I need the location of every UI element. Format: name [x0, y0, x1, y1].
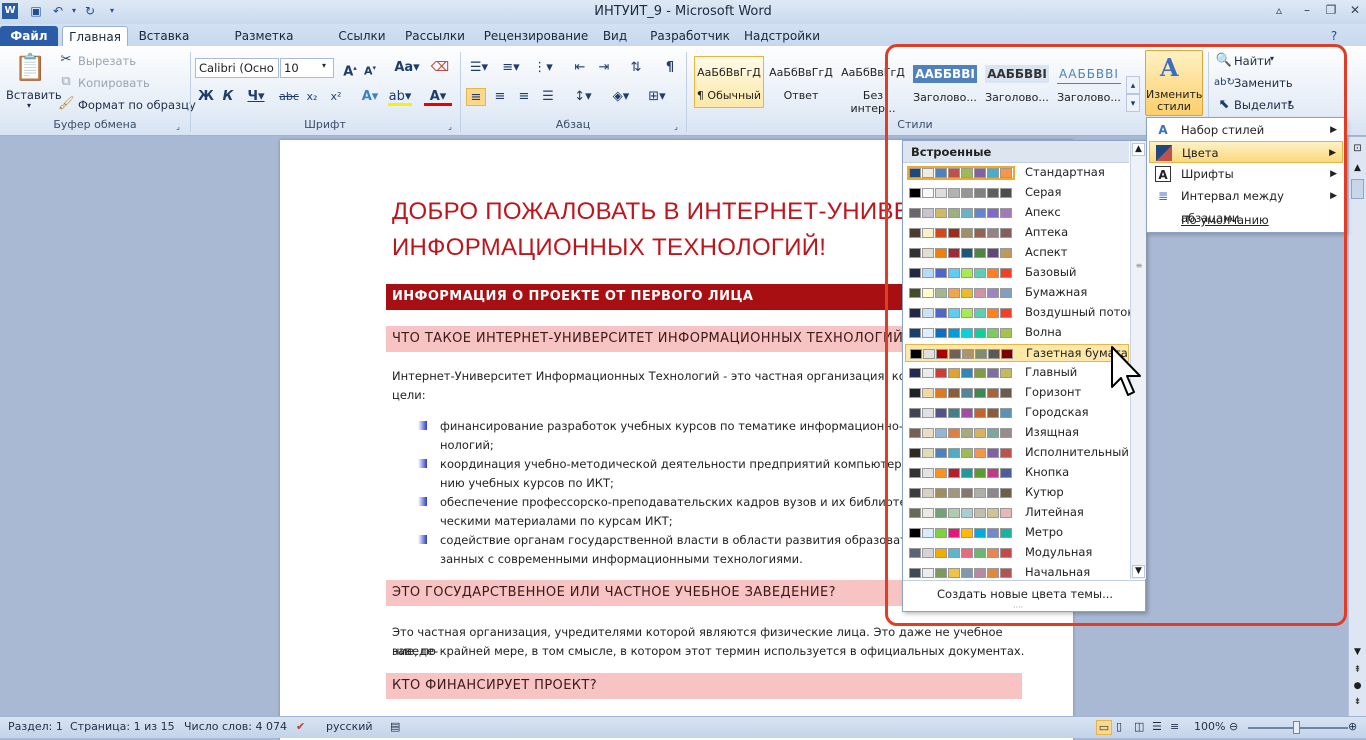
format-painter-button[interactable]: Формат по образцу — [78, 98, 196, 112]
tab-references[interactable]: Ссылки — [334, 26, 390, 46]
paragraph-line: ние, по крайней мере, в том смысле, в ко… — [392, 644, 1025, 658]
heading-band: КТО ФИНАНСИРУЕТ ПРОЕКТ? — [386, 673, 1022, 699]
format-painter-icon: 🖌 — [58, 96, 75, 111]
font-name-input[interactable]: Calibri (Осно — [195, 58, 279, 78]
shading-icon[interactable]: ◈▾ — [608, 88, 634, 106]
status-words[interactable]: Число слов: 4 074 — [184, 720, 287, 733]
tab-insert[interactable]: Вставка — [134, 26, 194, 46]
bold-icon[interactable]: Ж — [196, 88, 216, 106]
tab-developer[interactable]: Разработчик — [646, 26, 734, 46]
clipboard-launcher-icon[interactable]: ⌟ — [172, 118, 184, 136]
status-language[interactable]: русский — [326, 720, 373, 733]
copy-button[interactable]: Копировать — [78, 76, 150, 90]
scissors-icon: ✂ — [60, 52, 72, 67]
mouse-pointer-icon — [1111, 346, 1141, 396]
scroll-thumb[interactable] — [1351, 179, 1364, 199]
tab-view[interactable]: Вид — [598, 26, 632, 46]
font-group-label: Шрифт — [304, 118, 346, 131]
style-answer[interactable]: АаБбВвГгД Ответ — [766, 56, 836, 108]
superscript-icon[interactable]: x² — [326, 88, 346, 106]
increase-indent-icon[interactable]: ⇥ — [594, 59, 614, 77]
bullet-icon — [418, 535, 427, 544]
cut-button[interactable]: Вырезать — [78, 54, 136, 68]
window-title: ИНТУИТ_9 - Microsoft Word — [594, 4, 772, 19]
clipboard-group-label: Буфер обмена — [53, 118, 137, 131]
align-center-icon[interactable]: ≡ — [490, 88, 510, 106]
tab-file[interactable]: Файл — [0, 26, 58, 46]
paragraph-group-label: Абзац — [555, 118, 591, 131]
tab-mailings[interactable]: Рассылки — [400, 26, 470, 46]
doc-title-line1: ДОБРО ПОЖАЛОВАТЬ В ИНТЕРНЕТ-УНИВЕР — [392, 198, 927, 225]
minimize-icon[interactable]: – — [1296, 3, 1318, 19]
font-color-icon[interactable]: A▾ — [424, 88, 452, 106]
align-left-icon[interactable]: ≡ — [466, 88, 486, 106]
spellcheck-icon[interactable]: ✔ — [296, 720, 305, 733]
font-size-dropdown-icon[interactable]: ▾ — [322, 61, 326, 70]
draft-view-icon[interactable]: ≡ — [1170, 720, 1179, 733]
tab-home[interactable]: Главная — [62, 26, 128, 46]
ruler-toggle-icon[interactable]: ⊡ — [1351, 143, 1364, 157]
paste-button[interactable]: Вставить — [6, 88, 62, 102]
zoom-in-icon[interactable]: ⊕ — [1348, 720, 1357, 733]
sort-icon[interactable]: ⇅ — [626, 59, 646, 77]
line-spacing-icon[interactable]: ↕▾ — [570, 88, 596, 106]
print-layout-icon[interactable]: ▭ — [1096, 720, 1112, 735]
paragraph-launcher-icon[interactable]: ⌟ — [670, 118, 682, 136]
align-right-icon[interactable]: ≡ — [514, 88, 534, 106]
next-page-icon[interactable]: ⇟ — [1351, 697, 1364, 711]
scroll-up-icon[interactable]: ▲ — [1351, 163, 1364, 177]
paste-dropdown-icon[interactable]: ▾ — [27, 101, 31, 110]
clear-formatting-icon[interactable]: ⌫ — [430, 59, 450, 77]
show-marks-icon[interactable]: ¶ — [660, 59, 680, 77]
bullet-icon — [418, 421, 427, 430]
justify-icon[interactable]: ☰ — [538, 88, 558, 106]
change-case-icon[interactable]: Aa▾ — [394, 59, 420, 77]
macro-record-icon[interactable]: ▤ — [390, 720, 400, 733]
underline-icon[interactable]: Ч▾ — [244, 88, 268, 106]
bullet-icon — [418, 497, 427, 506]
tab-addins[interactable]: Надстройки — [744, 26, 820, 46]
grow-font-icon[interactable]: A▴ — [340, 59, 360, 79]
restore-icon[interactable]: ❐ — [1320, 3, 1342, 19]
borders-icon[interactable]: ⊞▾ — [644, 88, 670, 106]
close-icon[interactable]: ✕ — [1344, 3, 1366, 19]
browse-object-icon[interactable]: ● — [1351, 681, 1364, 695]
prev-page-icon[interactable]: ⇞ — [1351, 665, 1364, 679]
tab-page-layout[interactable]: Разметка страницы — [204, 26, 324, 63]
copy-icon: ⧉ — [61, 74, 71, 89]
status-bar: Раздел: 1 Страница: 1 из 15 Число слов: … — [0, 716, 1366, 738]
highlight-icon[interactable]: ab▾ — [388, 88, 412, 106]
text-effects-icon[interactable]: A▾ — [358, 88, 382, 106]
minimize-ribbon-icon[interactable]: ▵ — [1268, 3, 1290, 19]
zoom-out-icon[interactable]: ⊖ — [1229, 720, 1238, 733]
bullets-icon[interactable]: ☰▾ — [466, 59, 492, 77]
annotation-highlight-frame — [885, 44, 1347, 626]
tab-review[interactable]: Рецензирование — [480, 26, 592, 46]
help-icon[interactable]: ? — [1326, 28, 1342, 44]
multilevel-list-icon[interactable]: ⋮▾ — [530, 59, 556, 77]
italic-icon[interactable]: К — [218, 88, 238, 106]
zoom-level[interactable]: 100% — [1194, 720, 1225, 733]
style-normal[interactable]: АаБбВвГгД ¶ Обычный — [694, 56, 764, 108]
scroll-down-icon[interactable]: ▼ — [1351, 647, 1364, 661]
title-bar: W ▣ ↶ ▾ ↻ ▾ ИНТУИТ_9 - Microsoft Word ▵ … — [0, 0, 1366, 24]
shrink-font-icon[interactable]: A▾ — [360, 59, 380, 78]
doc-title-line2: ИНФОРМАЦИОННЫХ ТЕХНОЛОГИЙ! — [392, 234, 827, 261]
reading-view-icon[interactable]: ▯ — [1116, 720, 1122, 733]
status-page[interactable]: Страница: 1 из 15 — [70, 720, 175, 733]
paste-icon[interactable]: 📋 — [14, 52, 46, 84]
zoom-slider-thumb[interactable] — [1293, 721, 1300, 734]
web-layout-icon[interactable]: ◫ — [1134, 720, 1144, 733]
outline-view-icon[interactable]: ☰ — [1152, 720, 1162, 733]
font-launcher-icon[interactable]: ⌟ — [444, 118, 456, 136]
strikethrough-icon[interactable]: abc — [278, 88, 300, 106]
subscript-icon[interactable]: x₂ — [302, 88, 322, 106]
decrease-indent-icon[interactable]: ⇤ — [570, 59, 590, 77]
numbering-icon[interactable]: ≡▾ — [498, 59, 524, 77]
bullet-icon — [418, 459, 427, 468]
status-section[interactable]: Раздел: 1 — [8, 720, 63, 733]
ribbon-tabs: Файл Главная Вставка Разметка страницы С… — [0, 24, 1366, 63]
vertical-scrollbar[interactable]: ⊡ ▲ ▼ ⇞ ● ⇟ — [1348, 137, 1366, 717]
